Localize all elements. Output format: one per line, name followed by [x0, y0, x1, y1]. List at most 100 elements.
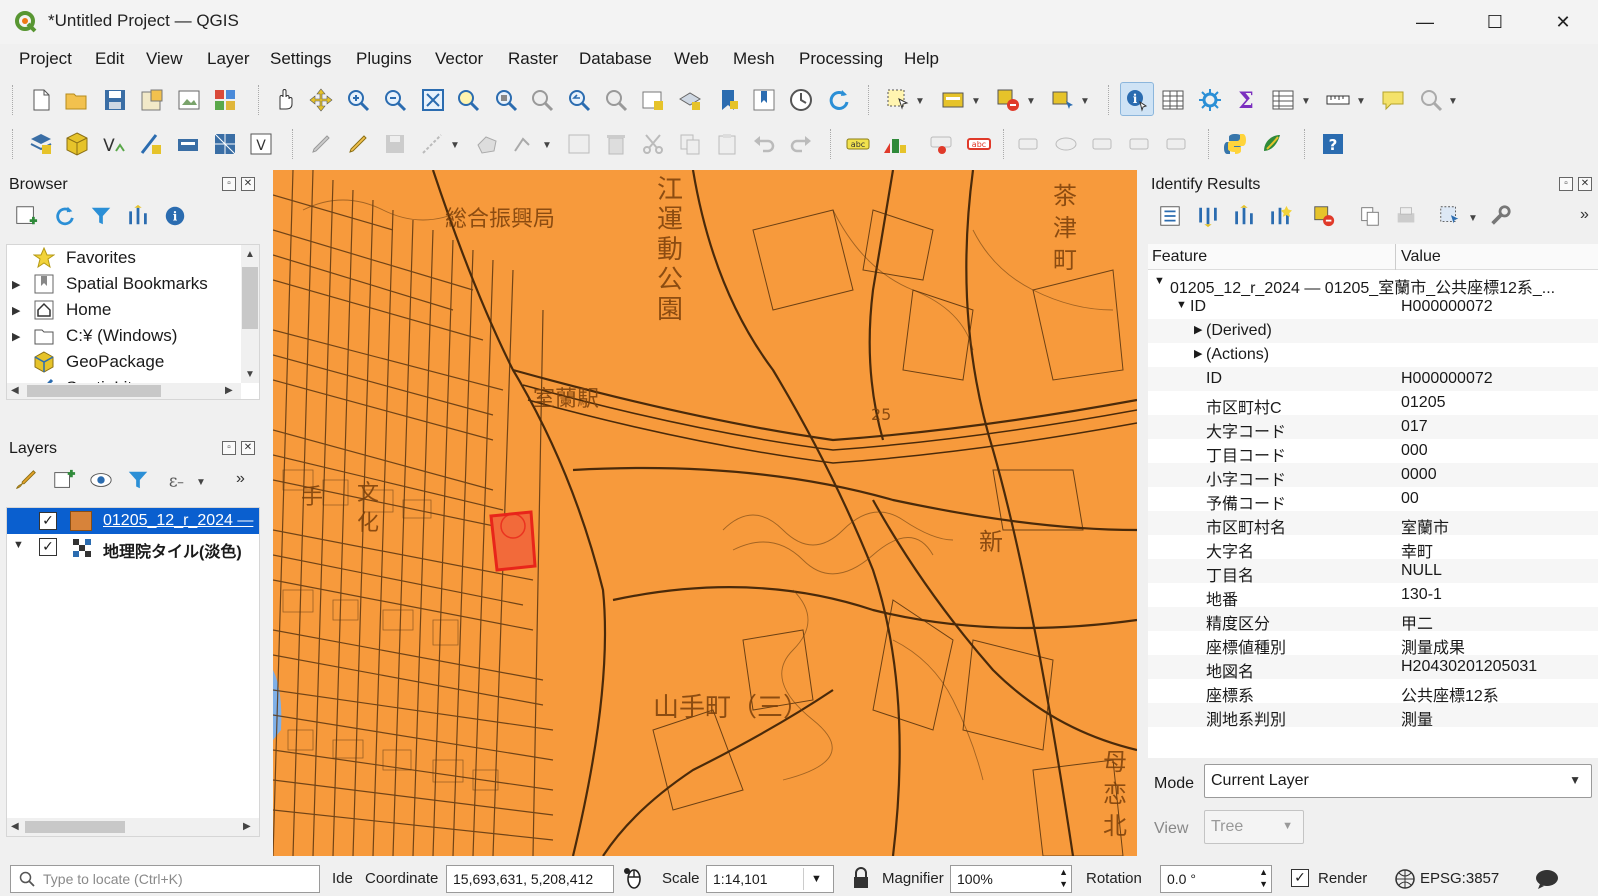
expand-tree-icon[interactable]: [1158, 204, 1182, 228]
processing-toolbox-icon[interactable]: [1197, 87, 1223, 113]
toggle-editing-icon[interactable]: [345, 131, 371, 157]
save-as-icon[interactable]: [139, 87, 165, 113]
new-temporary-layer-icon[interactable]: V: [248, 131, 274, 157]
expression-filter-icon[interactable]: ε: [163, 468, 187, 492]
toolbar-handle[interactable]: [1108, 85, 1110, 115]
browser-item-windows-drive[interactable]: ▶ C:¥ (Windows): [7, 323, 242, 349]
mode-select[interactable]: Current Layer ▼: [1204, 764, 1592, 798]
new-virtual-layer-icon[interactable]: [175, 131, 201, 157]
select-dropdown-icon[interactable]: ▼: [915, 96, 925, 107]
collapse-arrow-icon[interactable]: ▼: [13, 539, 24, 551]
attribute-row[interactable]: 市区町村C 01205: [1148, 391, 1598, 417]
toolbar-handle[interactable]: [1003, 129, 1005, 159]
new-geopackage-layer-icon[interactable]: [64, 131, 90, 157]
copy-feature-icon[interactable]: [1358, 204, 1382, 228]
select-by-location-icon[interactable]: [1050, 87, 1076, 113]
print-results-icon[interactable]: [1394, 204, 1418, 228]
layer-row[interactable]: ▼ ✓ 地理院タイル(淡色): [7, 534, 259, 561]
help-icon[interactable]: ?: [1320, 131, 1346, 157]
expand-arrow-icon[interactable]: ▶: [12, 304, 20, 317]
highlight-labels-icon[interactable]: abc: [966, 131, 992, 157]
layer-visibility-checkbox[interactable]: ✓: [39, 538, 57, 556]
undock-icon[interactable]: ▫: [1559, 177, 1573, 191]
new-shapefile-layer-icon[interactable]: V: [101, 131, 127, 157]
identify-features-icon[interactable]: i: [1124, 87, 1150, 113]
save-edits-icon[interactable]: [382, 131, 408, 157]
spinner-arrows-icon[interactable]: ▲ ▼: [1259, 866, 1268, 890]
visibility-icon[interactable]: [89, 468, 113, 492]
expand-arrow-icon[interactable]: ▶: [12, 330, 20, 343]
spinner-arrows-icon[interactable]: ▲ ▼: [1059, 866, 1068, 890]
expand-new-results-icon[interactable]: [1268, 204, 1292, 228]
zoom-next-icon[interactable]: [603, 87, 629, 113]
locator-icon[interactable]: [1418, 87, 1444, 113]
save-project-icon[interactable]: [102, 87, 128, 113]
style-panel-icon[interactable]: [14, 468, 38, 492]
attribute-table-icon[interactable]: [1160, 87, 1186, 113]
scroll-left-icon[interactable]: ◀: [11, 385, 19, 396]
messages-icon[interactable]: [1535, 868, 1559, 890]
scroll-up-icon[interactable]: ▲: [245, 249, 255, 260]
attribute-row[interactable]: 地番 130-1: [1148, 583, 1598, 609]
new-spatialite-layer-icon[interactable]: [138, 131, 164, 157]
expand-arrow-icon[interactable]: ▶: [1194, 323, 1202, 336]
select-features-icon[interactable]: [885, 87, 911, 113]
redo-icon[interactable]: [788, 131, 814, 157]
collapse-arrow-icon[interactable]: ▼: [1176, 299, 1187, 311]
toolbar-handle[interactable]: [830, 129, 832, 159]
menu-settings[interactable]: Settings: [270, 49, 331, 69]
show-bookmarks-icon[interactable]: [751, 87, 777, 113]
digitize-dropdown-icon[interactable]: ▼: [450, 140, 460, 151]
more-tools-icon[interactable]: »: [1580, 206, 1589, 224]
toolbar-handle[interactable]: [12, 85, 14, 115]
scroll-down-icon[interactable]: ▼: [245, 369, 255, 380]
column-header-value[interactable]: Value: [1401, 248, 1441, 266]
pan-icon[interactable]: [272, 87, 298, 113]
filter-browser-icon[interactable]: [89, 204, 113, 228]
layer-visibility-checkbox[interactable]: ✓: [39, 512, 57, 530]
zoom-last-icon[interactable]: [566, 87, 592, 113]
python-console-icon[interactable]: [1222, 131, 1248, 157]
close-panel-icon[interactable]: ✕: [241, 441, 255, 455]
browser-vertical-scrollbar[interactable]: ▲ ▼: [241, 245, 259, 383]
toolbar-handle[interactable]: [292, 129, 294, 159]
menu-project[interactable]: Project: [19, 49, 72, 69]
browser-item-geopackage[interactable]: GeoPackage: [7, 349, 242, 375]
menu-help[interactable]: Help: [904, 49, 939, 69]
expand-arrow-icon[interactable]: ▶: [1194, 347, 1202, 360]
diagram-tool-icon[interactable]: [882, 131, 908, 157]
menu-mesh[interactable]: Mesh: [733, 49, 775, 69]
pin-labels-icon[interactable]: [929, 131, 955, 157]
zoom-in-icon[interactable]: [345, 87, 371, 113]
paste-features-icon[interactable]: [714, 131, 740, 157]
location-dropdown-icon[interactable]: ▼: [1080, 96, 1090, 107]
plugin-icon[interactable]: [1259, 131, 1285, 157]
zoom-full-icon[interactable]: [420, 87, 446, 113]
edit-table-icon[interactable]: [566, 131, 592, 157]
undo-icon[interactable]: [751, 131, 777, 157]
close-panel-icon[interactable]: ✕: [1578, 177, 1592, 191]
column-header-feature[interactable]: Feature: [1152, 248, 1207, 266]
attribute-row[interactable]: 座標系 公共座標12系: [1148, 679, 1598, 705]
browser-item-favorites[interactable]: Favorites: [7, 245, 242, 271]
attribute-row[interactable]: 丁目コード 000: [1148, 439, 1598, 465]
menu-vector[interactable]: Vector: [435, 49, 483, 69]
chevron-down-icon[interactable]: ▼: [803, 868, 829, 890]
browser-item-spatial-bookmarks[interactable]: ▶ Spatial Bookmarks: [7, 271, 242, 297]
map-tips-icon[interactable]: [1380, 87, 1406, 113]
measure-line-icon[interactable]: [1325, 87, 1351, 113]
collapse-arrow-icon[interactable]: ▼: [1154, 275, 1165, 287]
undock-icon[interactable]: ▫: [222, 177, 236, 191]
label-properties-icon[interactable]: [1164, 131, 1190, 157]
zoom-out-icon[interactable]: [382, 87, 408, 113]
map-canvas[interactable]: 江 運 動 公 園 総合振興局 室蘭駅 手 文 化 新 山手町（三） 茶 津 町…: [273, 170, 1137, 856]
undock-icon[interactable]: ▫: [222, 441, 236, 455]
scrollbar-thumb[interactable]: [242, 267, 258, 329]
scroll-right-icon[interactable]: ▶: [243, 821, 251, 832]
collapse-all-icon[interactable]: [126, 204, 150, 228]
data-source-manager-icon[interactable]: [28, 131, 54, 157]
zoom-to-layer-icon[interactable]: [493, 87, 519, 113]
scrollbar-thumb[interactable]: [27, 385, 161, 397]
expression-dropdown-icon[interactable]: ▼: [196, 477, 206, 488]
locator-search-input[interactable]: Type to locate (Ctrl+K): [10, 865, 320, 893]
